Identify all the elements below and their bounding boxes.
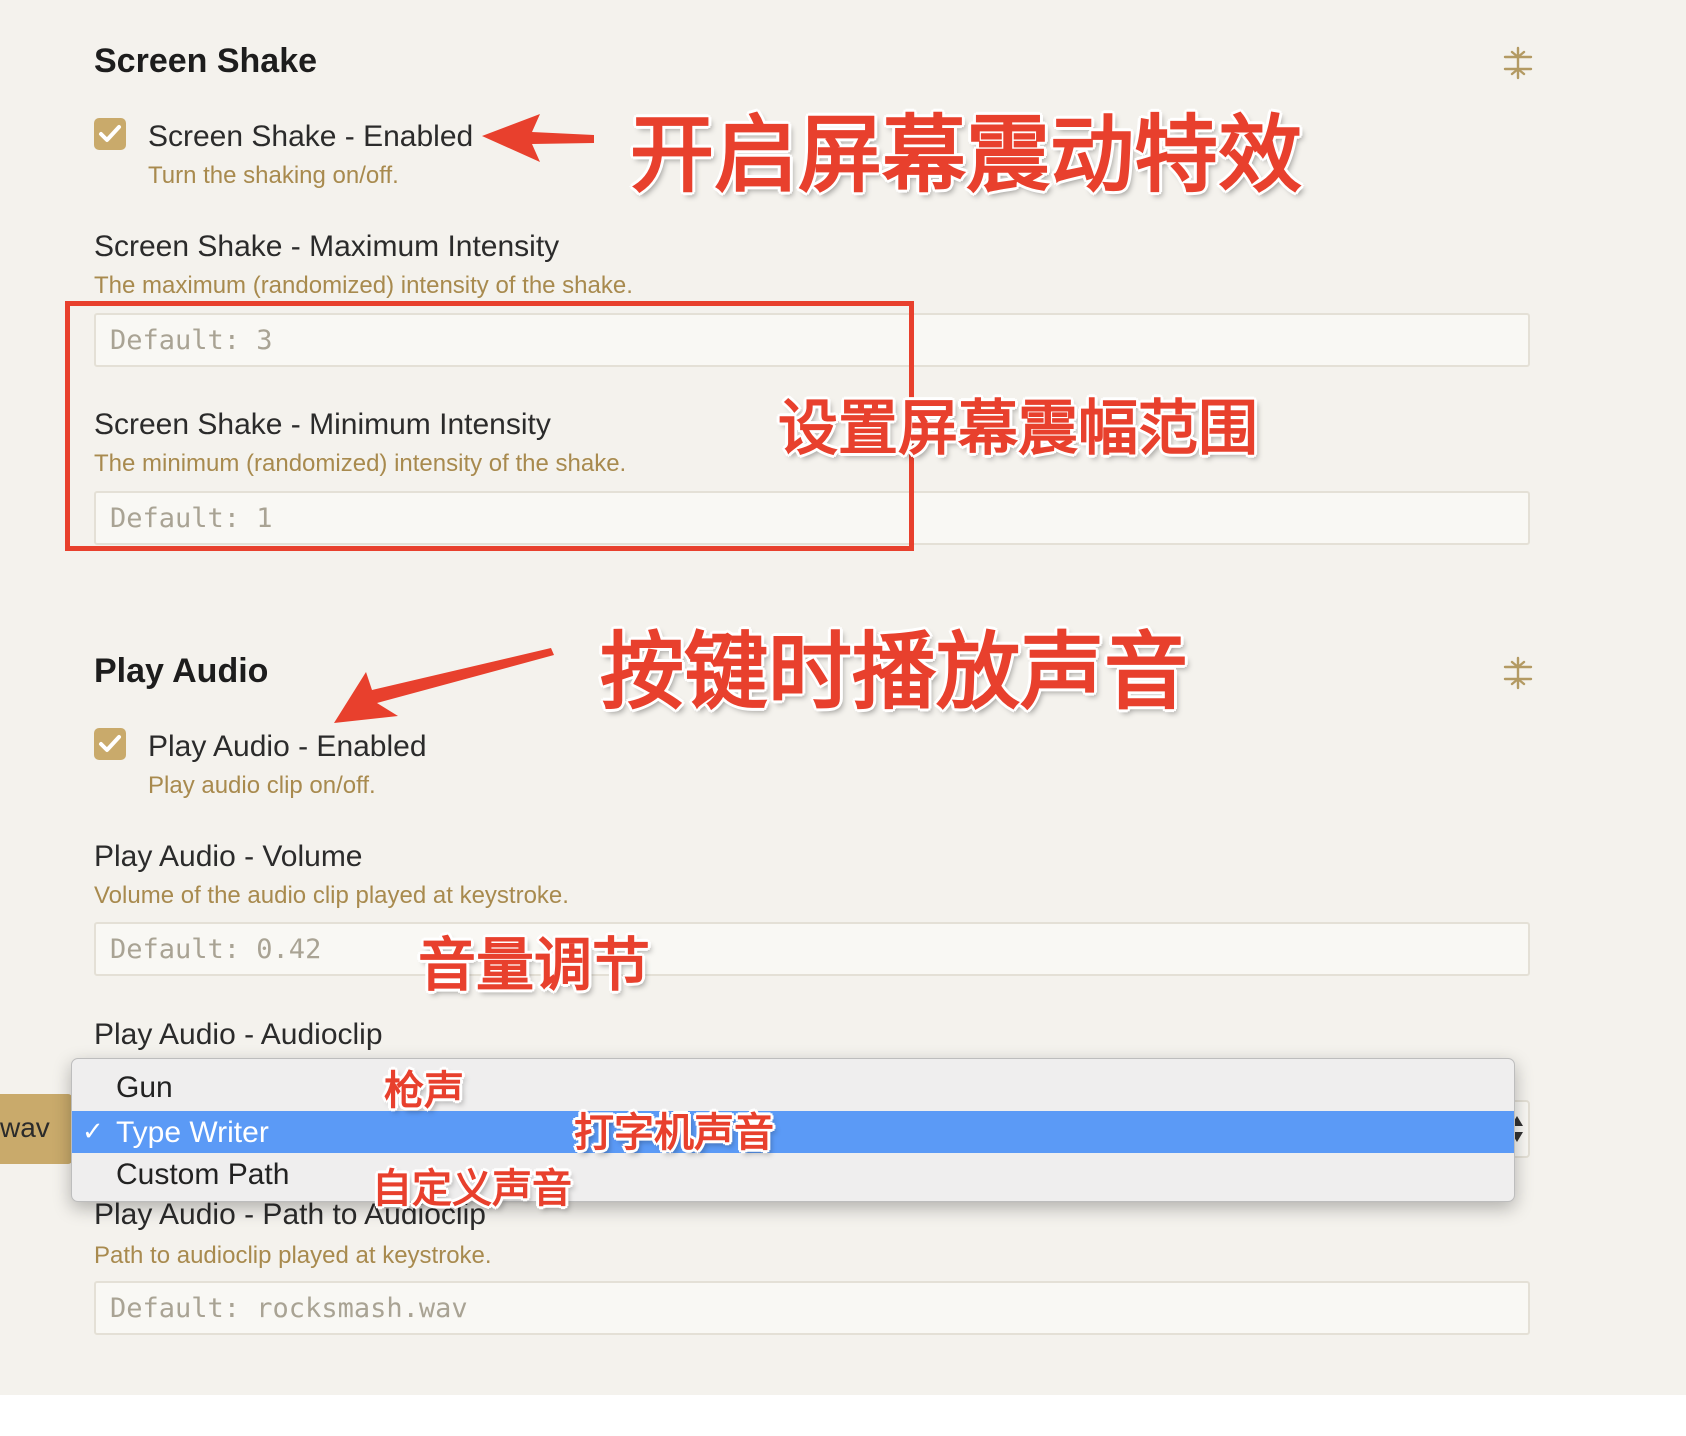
settings-panel: Screen Shake Screen Shake - Enabled Turn… (0, 0, 1686, 1395)
annotation-type-writer: 打字机声音 (574, 1110, 774, 1156)
annotation-arrow-enable (482, 114, 594, 162)
annotation-volume-adjust: 音量调节 (418, 931, 651, 999)
annotation-arrow-audio (334, 648, 554, 723)
annotation-shake-range: 设置屏幕震幅范围 (778, 394, 1258, 464)
stage: Screen Shake Screen Shake - Enabled Turn… (0, 0, 1686, 1436)
annotation-play-on-key: 按键时播放声音 (600, 623, 1189, 721)
annotation-custom: 自定义声音 (372, 1166, 572, 1212)
annotation-enable-shake: 开启屏幕震动特效 (630, 106, 1303, 204)
annotation-gun: 枪声 (384, 1068, 464, 1114)
